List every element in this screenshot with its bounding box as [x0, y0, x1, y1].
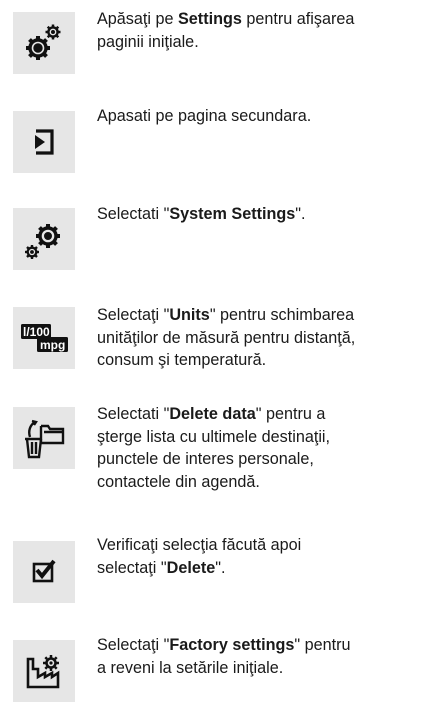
text: Apasati pe pagina secundara.: [97, 107, 312, 125]
step-line: Selectati "System Settings".: [97, 203, 427, 226]
text: paginii iniţiale.: [97, 32, 199, 51]
text: punctele de interes personale,: [97, 450, 314, 468]
step-line: Apăsaţi pe Settings pentru afişarea: [97, 8, 427, 31]
text: Selectaţi ": [97, 636, 170, 654]
step-text: Selectaţi "Units" pentru schimbarea unit…: [97, 304, 427, 372]
enter-page-icon: [13, 111, 75, 173]
bold-term: Settings: [178, 10, 242, 28]
text: Selectati ": [97, 405, 170, 423]
text: a reveni la setările iniţiale.: [97, 658, 284, 677]
bold-term: Factory settings: [169, 636, 295, 654]
step-text: Apasati pe pagina secundara.: [97, 105, 427, 128]
text: ".: [295, 205, 306, 223]
checkbox-confirm-icon: [13, 541, 75, 603]
step-line: selectaţi "Delete".: [97, 557, 427, 580]
step-line: Apasati pe pagina secundara.: [97, 105, 427, 128]
units-icon: l/100 mpg: [13, 307, 75, 369]
text: ".: [215, 558, 226, 577]
step-line: Selectati "Delete data" pentru a: [97, 403, 427, 426]
text: unităţilor de măsură pentru distanţă,: [97, 328, 356, 347]
step-line: unităţilor de măsură pentru distanţă,: [97, 327, 427, 350]
step-text: Selectaţi "Factory settings" pentru a re…: [97, 634, 427, 679]
delete-data-icon: [13, 407, 75, 469]
text: selectaţi ": [97, 558, 167, 577]
settings-gears-icon: [13, 12, 75, 74]
text: Verificaţi selecţia făcută apoi: [97, 536, 302, 554]
step-text: Selectati "Delete data" pentru a şterge …: [97, 403, 427, 493]
step-line: Selectaţi "Units" pentru schimbarea: [97, 304, 427, 327]
bold-term: Delete data: [169, 405, 256, 423]
units-metric-text: l/100: [23, 325, 50, 339]
bold-term: System Settings: [169, 205, 296, 223]
step-line: contactele din agendă.: [97, 471, 427, 494]
units-imperial-text: mpg: [40, 338, 65, 352]
text: consum şi temperatură.: [97, 351, 267, 369]
system-settings-icon: [13, 208, 75, 270]
factory-settings-icon: [13, 640, 75, 702]
step-line: consum şi temperatură.: [97, 349, 427, 372]
step-line: punctele de interes personale,: [97, 448, 427, 471]
text: " pentru a: [255, 405, 326, 423]
text: " pentru: [294, 636, 351, 654]
text: pentru afişarea: [241, 10, 355, 28]
step-line: Verificaţi selecţia făcută apoi: [97, 534, 427, 557]
text: Apăsaţi pe: [97, 10, 178, 28]
text: Selectati ": [97, 205, 170, 223]
step-line: paginii iniţiale.: [97, 31, 427, 54]
text: " pentru schimbarea: [209, 306, 355, 324]
step-line: Selectaţi "Factory settings" pentru: [97, 634, 427, 657]
step-text: Verificaţi selecţia făcută apoi selectaţ…: [97, 534, 427, 579]
step-line: şterge lista cu ultimele destinaţii,: [97, 426, 427, 449]
step-line: a reveni la setările iniţiale.: [97, 657, 427, 680]
text: contactele din agendă.: [97, 472, 260, 491]
bold-term: Units: [169, 306, 210, 324]
step-text: Selectati "System Settings".: [97, 203, 427, 226]
bold-term: Delete: [166, 558, 216, 577]
text: şterge lista cu ultimele destinaţii,: [97, 427, 331, 446]
text: Selectaţi ": [97, 306, 170, 324]
step-text: Apăsaţi pe Settings pentru afişarea pagi…: [97, 8, 427, 53]
